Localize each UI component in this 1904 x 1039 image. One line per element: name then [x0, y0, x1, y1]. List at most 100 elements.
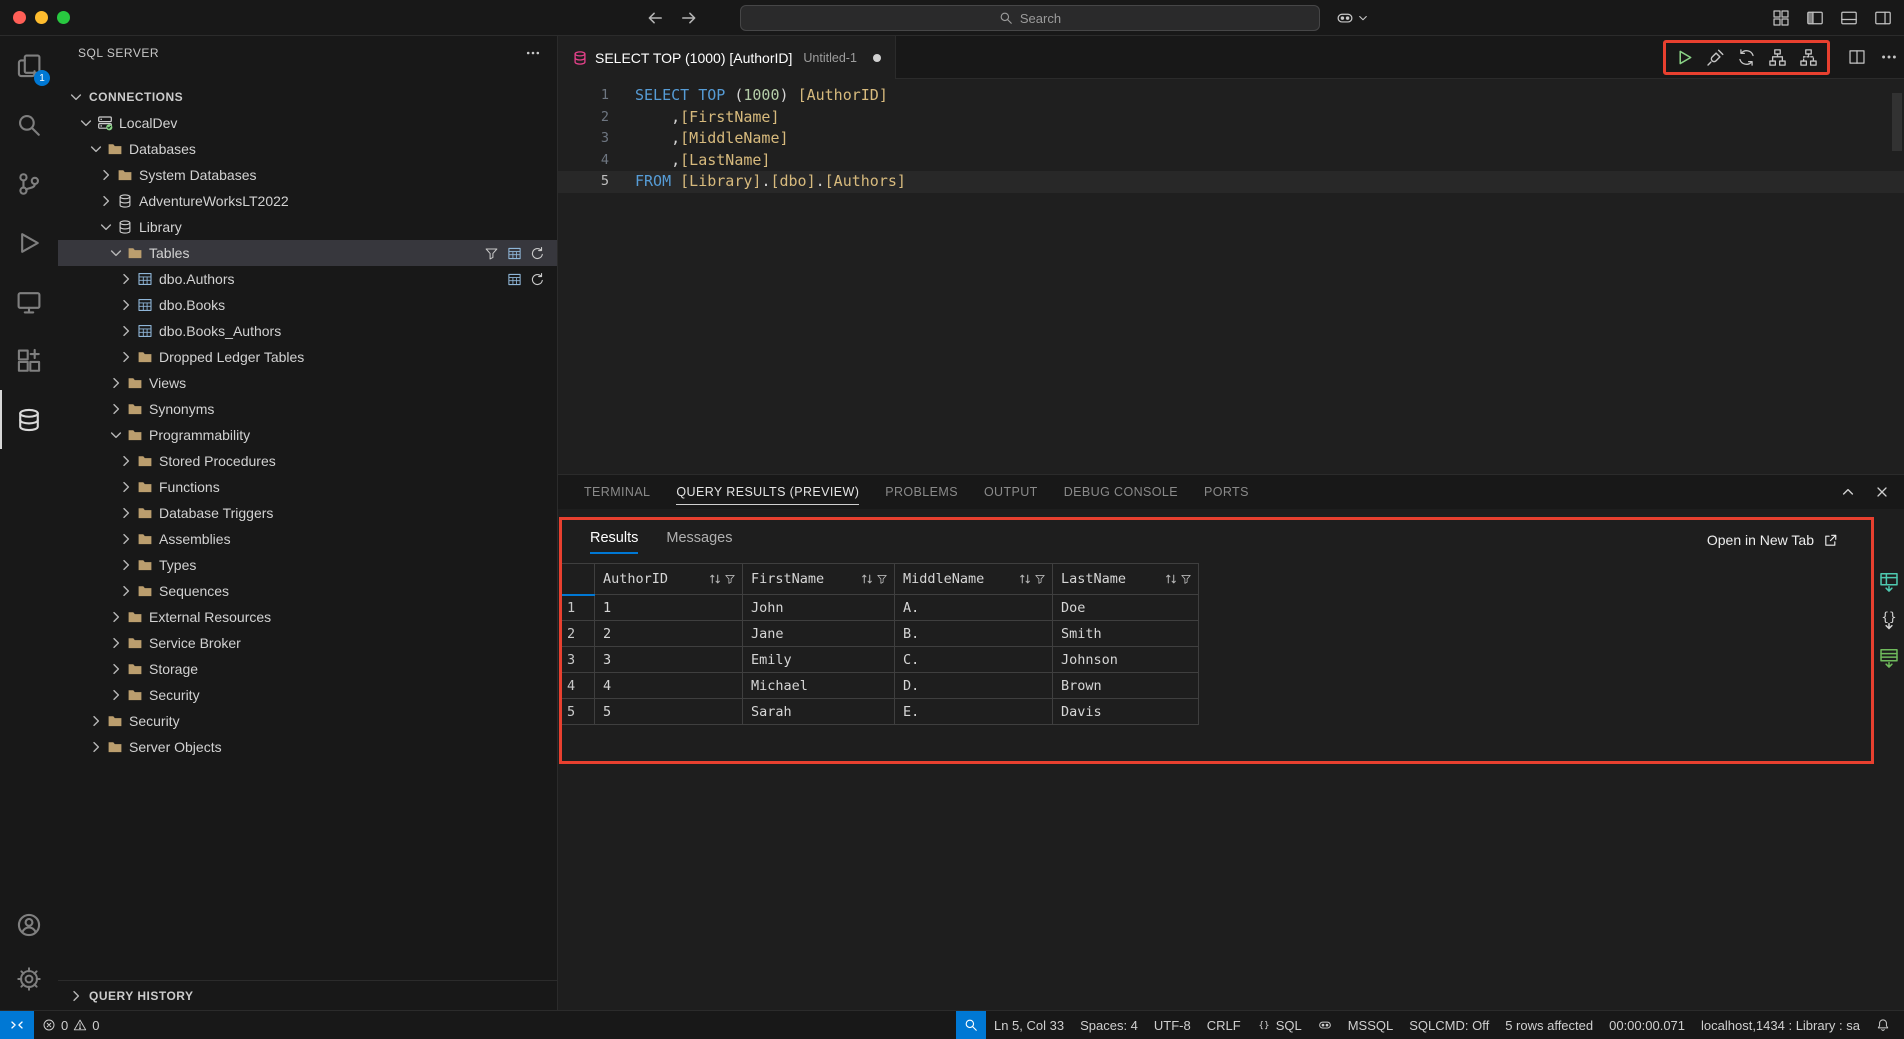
save-excel-icon[interactable]	[1878, 647, 1900, 669]
tree-item-security[interactable]: Security	[58, 708, 557, 734]
connections-section-header[interactable]: CONNECTIONS	[58, 84, 557, 110]
grid-cell[interactable]: B.	[895, 621, 1053, 647]
save-json-icon[interactable]: {}	[1878, 609, 1900, 631]
code-editor[interactable]: 1 SELECT TOP (1000) [AuthorID] 2 ,[First…	[558, 79, 1904, 474]
grid-cell[interactable]: 3	[595, 647, 743, 673]
grid-cell[interactable]: Johnson	[1053, 647, 1199, 673]
tree-item-dbo-books[interactable]: dbo.Books	[58, 292, 557, 318]
results-view-tab-messages[interactable]: Messages	[666, 519, 732, 557]
row-number-cell[interactable]: 3	[561, 647, 595, 673]
status-item-connection[interactable]: localhost,1434 : Library : sa	[1693, 1011, 1868, 1039]
chevron-up-icon[interactable]	[1840, 484, 1856, 500]
estimated-plan-icon[interactable]	[1768, 48, 1787, 67]
grid-cell[interactable]: Doe	[1053, 595, 1199, 621]
code-line-5[interactable]: 5 FROM [Library].[dbo].[Authors]	[558, 171, 1904, 193]
grid-cell[interactable]: John	[743, 595, 895, 621]
tree-item-localdev[interactable]: LocalDev	[58, 110, 557, 136]
sort-icon[interactable]	[1164, 572, 1178, 586]
activity-item-extensions[interactable]	[0, 331, 58, 390]
grid-column-header-middlename[interactable]: MiddleName	[895, 564, 1053, 595]
grid-cell[interactable]: E.	[895, 699, 1053, 725]
tree-item-dropped-ledger-tables[interactable]: Dropped Ledger Tables	[58, 344, 557, 370]
tree-item-server-objects[interactable]: Server Objects	[58, 734, 557, 760]
layout-sidebar-right-icon[interactable]	[1874, 9, 1892, 27]
status-item-mssql-provider[interactable]: MSSQL	[1340, 1011, 1402, 1039]
save-csv-icon[interactable]	[1878, 571, 1900, 593]
status-item-sqlcmd[interactable]: SQLCMD: Off	[1401, 1011, 1497, 1039]
grid-cell[interactable]: C.	[895, 647, 1053, 673]
grid-column-header-lastname[interactable]: LastName	[1053, 564, 1199, 595]
row-number-cell[interactable]: 1	[561, 595, 595, 621]
tree-item-external-resources[interactable]: External Resources	[58, 604, 557, 630]
status-item-notifications[interactable]	[1868, 1011, 1898, 1039]
more-actions-icon[interactable]	[525, 45, 541, 61]
status-item-encoding[interactable]: UTF-8	[1146, 1011, 1199, 1039]
customize-layout-icon[interactable]	[1772, 9, 1790, 27]
refresh-icon[interactable]	[530, 246, 545, 261]
actual-plan-icon[interactable]	[1799, 48, 1818, 67]
code-line-2[interactable]: 2 ,[FirstName]	[558, 107, 1904, 129]
tree-item-views[interactable]: Views	[58, 370, 557, 396]
tree-item-stored-procedures[interactable]: Stored Procedures	[58, 448, 557, 474]
tree-item-types[interactable]: Types	[58, 552, 557, 578]
status-item-problems[interactable]: 00	[34, 1011, 107, 1039]
modified-indicator[interactable]	[873, 54, 881, 62]
grid-corner-cell[interactable]	[561, 564, 595, 595]
command-center-search[interactable]: Search	[740, 5, 1320, 31]
status-item-cursor-position[interactable]: Ln 5, Col 33	[986, 1011, 1072, 1039]
grid-column-header-firstname[interactable]: FirstName	[743, 564, 895, 595]
activity-item-run-debug[interactable]	[0, 213, 58, 272]
go-forward-button[interactable]	[680, 9, 698, 27]
refresh-icon[interactable]	[530, 272, 545, 287]
tree-item-dbo-books-authors[interactable]: dbo.Books_Authors	[58, 318, 557, 344]
minimize-window-button[interactable]	[35, 11, 48, 24]
grid-cell[interactable]: D.	[895, 673, 1053, 699]
zoom-window-button[interactable]	[57, 11, 70, 24]
grid-cell[interactable]: Smith	[1053, 621, 1199, 647]
grid-cell[interactable]: Emily	[743, 647, 895, 673]
tree-item-database-triggers[interactable]: Database Triggers	[58, 500, 557, 526]
status-item-language-mode[interactable]: {}SQL	[1249, 1011, 1310, 1039]
results-view-tab-results[interactable]: Results	[590, 519, 638, 557]
tree-item-dbo-authors[interactable]: dbo.Authors	[58, 266, 557, 292]
status-item-elapsed-time[interactable]: 00:00:00.071	[1601, 1011, 1693, 1039]
tree-item-programmability[interactable]: Programmability	[58, 422, 557, 448]
status-item-remote-indicator[interactable]	[0, 1011, 34, 1039]
table-icon[interactable]	[507, 272, 522, 287]
tree-item-service-broker[interactable]: Service Broker	[58, 630, 557, 656]
query-history-section-header[interactable]: QUERY HISTORY	[58, 980, 557, 1010]
code-line-3[interactable]: 3 ,[MiddleName]	[558, 128, 1904, 150]
sort-icon[interactable]	[708, 572, 722, 586]
activity-item-accounts[interactable]	[0, 898, 58, 952]
status-item-magnifier[interactable]	[956, 1011, 986, 1039]
status-item-rows-affected[interactable]: 5 rows affected	[1497, 1011, 1601, 1039]
panel-tab-terminal[interactable]: TERMINAL	[584, 475, 650, 509]
layout-sidebar-left-icon[interactable]	[1806, 9, 1824, 27]
row-number-cell[interactable]: 5	[561, 699, 595, 725]
more-icon[interactable]	[1880, 48, 1898, 66]
sort-icon[interactable]	[860, 572, 874, 586]
code-line-4[interactable]: 4 ,[LastName]	[558, 150, 1904, 172]
filter-icon[interactable]	[724, 573, 736, 585]
panel-tab-query-results-preview[interactable]: QUERY RESULTS (PREVIEW)	[676, 475, 859, 509]
close-window-button[interactable]	[13, 11, 26, 24]
filter-icon[interactable]	[1034, 573, 1046, 585]
activity-item-search[interactable]	[0, 95, 58, 154]
split-editor-icon[interactable]	[1848, 48, 1866, 66]
activity-item-sql-server[interactable]	[0, 390, 58, 449]
tree-item-functions[interactable]: Functions	[58, 474, 557, 500]
grid-cell[interactable]: 4	[595, 673, 743, 699]
grid-cell[interactable]: Michael	[743, 673, 895, 699]
grid-cell[interactable]: A.	[895, 595, 1053, 621]
tree-item-system-databases[interactable]: System Databases	[58, 162, 557, 188]
tree-item-tables[interactable]: Tables	[58, 240, 557, 266]
filter-icon[interactable]	[484, 246, 499, 261]
layout-panel-icon[interactable]	[1840, 9, 1858, 27]
grid-column-header-authorid[interactable]: AuthorID	[595, 564, 743, 595]
status-item-eol[interactable]: CRLF	[1199, 1011, 1249, 1039]
run-query-icon[interactable]	[1675, 48, 1694, 67]
tree-item-adventureworkslt2022[interactable]: AdventureWorksLT2022	[58, 188, 557, 214]
sort-icon[interactable]	[1018, 572, 1032, 586]
editor-scrollbar[interactable]	[1892, 93, 1902, 151]
activity-item-explorer[interactable]: 1	[0, 36, 58, 95]
